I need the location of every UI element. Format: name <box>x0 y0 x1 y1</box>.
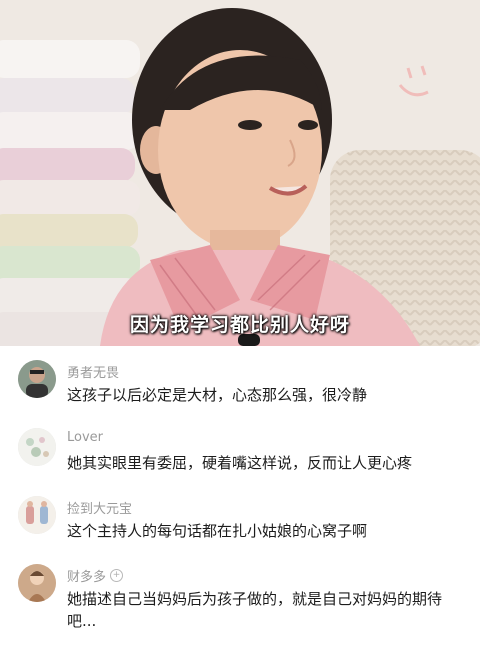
comment-username[interactable]: 勇者无畏 <box>67 362 119 381</box>
comment-item[interactable]: Lover 她其实眼里有委屈，硬着嘴这样说，反而让人更心疼 <box>0 428 480 496</box>
username-text: 财多多 <box>67 570 107 585</box>
comment-text: 这个主持人的每句话都在扎小姑娘的心窝子啊 <box>67 522 368 540</box>
comment-item[interactable]: 捡到大元宝 这个主持人的每句话都在扎小姑娘的心窝子啊 <box>0 496 480 564</box>
comment-item[interactable]: 财多多 + 她描述自己当妈妈后为孩子做的，就是自己对妈妈的期待吧... <box>0 564 480 654</box>
avatar[interactable] <box>18 428 56 466</box>
video-frame[interactable]: 因为我学习都比别人好呀 <box>0 0 480 346</box>
username-text: 捡到大元宝 <box>67 502 133 517</box>
comment-item[interactable]: 勇者无畏 这孩子以后必定是大材，心态那么强，很冷静 <box>0 360 480 428</box>
follow-badge-icon: + <box>110 569 124 582</box>
avatar[interactable] <box>18 564 56 602</box>
comment-text: 她其实眼里有委屈，硬着嘴这样说，反而让人更心疼 <box>67 454 413 472</box>
comment-text: 她描述自己当妈妈后为孩子做的，就是自己对妈妈的期待吧... <box>67 590 443 630</box>
comment-username[interactable]: 捡到大元宝 <box>67 498 132 517</box>
comment-list: 勇者无畏 这孩子以后必定是大材，心态那么强，很冷静 Lover 她其实眼里有委屈… <box>0 346 480 654</box>
username-text: Lover <box>67 430 104 445</box>
comment-username[interactable]: 财多多 + <box>67 566 124 585</box>
avatar[interactable] <box>18 360 56 398</box>
video-scene <box>0 0 480 346</box>
avatar[interactable] <box>18 496 56 534</box>
comment-text: 这孩子以后必定是大材，心态那么强，很冷静 <box>67 386 368 404</box>
comment-username[interactable]: Lover <box>67 430 103 445</box>
username-text: 勇者无畏 <box>67 366 120 381</box>
video-subtitle: 因为我学习都比别人好呀 <box>129 314 350 336</box>
